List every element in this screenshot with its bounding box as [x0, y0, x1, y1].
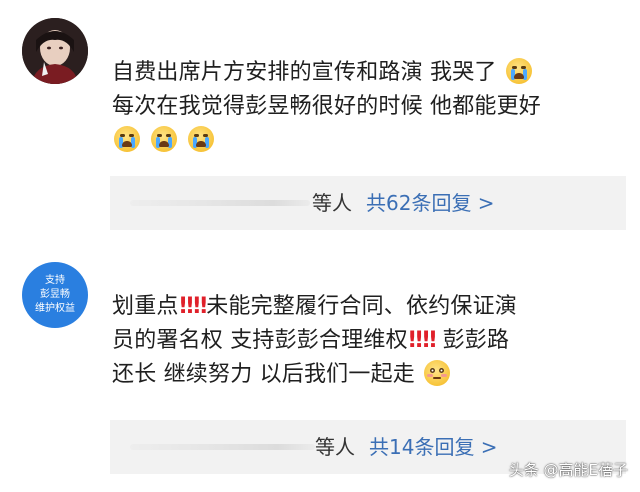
crying-face-icon	[505, 58, 532, 84]
badge-text: 维护权益	[35, 303, 75, 314]
reply-summary-text: 等人 共14条回复 >	[315, 434, 498, 460]
watermark: 头条 @高能E蓓子	[508, 461, 628, 479]
avatar[interactable]	[22, 18, 88, 84]
blurred-username	[130, 444, 315, 450]
user-photo-icon	[22, 18, 88, 84]
badge-text: 支持	[45, 275, 65, 286]
line-text: 每次在我觉得彭昱畅很好的时候 他都能更好	[112, 94, 541, 119]
double-exclamation-icon: ‼	[408, 328, 423, 353]
reply-summary-text: 等人 共62条回复 >	[312, 190, 495, 216]
reply-summary[interactable]: 等人 共62条回复 >	[110, 176, 626, 230]
line-text: 自费出席片方安排的宣传和路演 我哭了	[112, 60, 497, 85]
comment-line: 自费出席片方安排的宣传和路演 我哭了	[112, 56, 622, 90]
comment-text: 自费出席片方安排的宣传和路演 我哭了 每次在我觉得彭昱畅很好的时候 他都能更好	[112, 56, 622, 158]
comment-line: 员的署名权 支持彭彭合理维权‼‼ 彭彭路	[112, 324, 622, 358]
crying-face-icon	[188, 126, 215, 152]
line-text: 员的署名权 支持彭彭合理维权	[112, 328, 408, 353]
line-text: 还长 继续努力 以后我们一起走	[112, 362, 415, 387]
double-exclamation-icon: ‼	[179, 294, 194, 319]
line-text: 未能完整履行合同、依约保证演	[206, 294, 518, 319]
blurred-username	[130, 200, 310, 206]
line-text: 划重点	[112, 294, 179, 319]
flushed-face-icon	[424, 360, 451, 386]
comment-line: 每次在我觉得彭昱畅很好的时候 他都能更好	[112, 90, 622, 124]
double-exclamation-icon: ‼	[422, 328, 437, 353]
comment-line: 划重点‼‼未能完整履行合同、依约保证演	[112, 290, 622, 324]
comment-text: 划重点‼‼未能完整履行合同、依约保证演 员的署名权 支持彭彭合理维权‼‼ 彭彭路…	[112, 290, 622, 392]
crying-face-icon	[114, 126, 140, 152]
double-exclamation-icon: ‼	[193, 294, 207, 319]
comment-line: 还长 继续努力 以后我们一起走	[112, 358, 622, 392]
comment-line	[112, 124, 622, 158]
line-text: 彭彭路	[442, 328, 510, 353]
view-replies-link[interactable]: 共14条回复 >	[369, 435, 498, 459]
avatar[interactable]: 支持 彭昱畅 维护权益	[22, 262, 88, 328]
reply-users-suffix: 等人	[315, 435, 355, 459]
view-replies-link[interactable]: 共62条回复 >	[366, 191, 495, 215]
badge-text: 彭昱畅	[40, 289, 70, 300]
reply-users-suffix: 等人	[312, 191, 352, 215]
crying-face-icon	[151, 126, 178, 152]
